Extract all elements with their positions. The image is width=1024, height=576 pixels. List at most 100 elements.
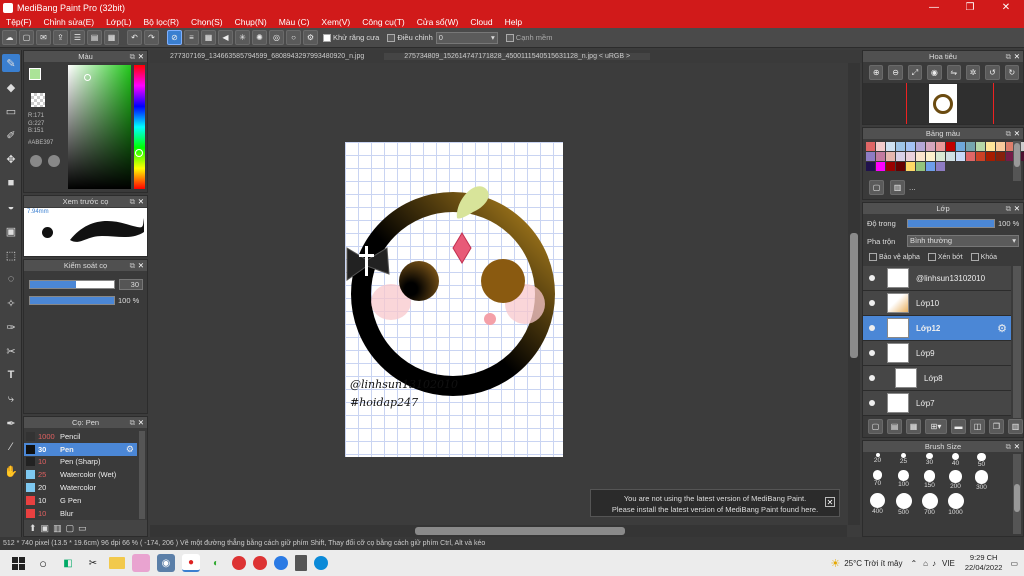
eye-icon[interactable] [869, 375, 875, 381]
canvas-horizontal-scrollbar[interactable] [150, 525, 847, 537]
popout-icon[interactable]: ⧉ [130, 51, 135, 62]
search-icon[interactable]: ○ [34, 554, 52, 572]
app-icon-anime[interactable] [132, 554, 150, 572]
close-icon[interactable]: ✕ [1014, 203, 1020, 214]
gear-icon[interactable]: ⚙ [126, 444, 134, 455]
palette-swatch[interactable] [906, 162, 915, 171]
palette-swatch[interactable] [876, 162, 885, 171]
brush-size-option[interactable]: 20 [865, 453, 890, 468]
flip-icon[interactable]: ⇋ [946, 65, 961, 80]
menu-cloud[interactable]: Cloud [464, 17, 498, 27]
menu-filter[interactable]: Bộ lọc(R) [138, 17, 185, 27]
menu-file[interactable]: Tệp(F) [0, 17, 38, 27]
lock-checkbox[interactable] [970, 253, 979, 261]
menu-snap[interactable]: Chụp(N) [229, 17, 273, 27]
brush-item-pencil[interactable]: 1000 Pencil [24, 430, 137, 443]
layer-opacity-slider[interactable] [907, 219, 995, 228]
rotate-reset-icon[interactable]: ✲ [965, 65, 981, 80]
lasso-tool-icon[interactable]: ◌ [2, 270, 20, 288]
menu-window[interactable]: Cửa sổ(W) [411, 17, 465, 27]
select-tool-icon[interactable]: ⬚ [2, 246, 20, 264]
menu-view[interactable]: Xem(V) [315, 17, 356, 27]
fill-rect-tool-icon[interactable]: ■ [2, 174, 20, 192]
navigator-preview[interactable] [863, 83, 1023, 124]
eyedropper-tool-icon[interactable]: ✒ [2, 414, 20, 432]
brush-size-value[interactable]: 30 [119, 279, 143, 290]
palette-swatch[interactable] [886, 152, 895, 161]
layer-row-selected[interactable]: Lớp12 ⚙ [863, 316, 1011, 341]
palette-scrollbar[interactable] [1013, 141, 1021, 181]
brush-size-option[interactable]: 300 [969, 470, 994, 491]
palette-swatch[interactable] [916, 142, 925, 151]
delete-brush-icon[interactable]: ▭ [78, 523, 87, 534]
chrome-icon-1[interactable] [232, 556, 246, 570]
edge-checkbox[interactable] [505, 33, 514, 42]
palette-swatch[interactable] [996, 142, 1005, 151]
menu-help[interactable]: Help [499, 17, 528, 27]
eraser-tool-icon[interactable]: ◆ [2, 78, 20, 96]
close-button[interactable]: ✕ [988, 2, 1024, 13]
palette-swatch[interactable] [866, 162, 875, 171]
text-tool-icon[interactable]: T [2, 366, 20, 384]
undo-icon[interactable]: ↶ [127, 30, 142, 45]
layer-row[interactable]: Lớp8 [863, 366, 1011, 391]
rectangle-tool-icon[interactable]: ▭ [2, 102, 20, 120]
notification-icon[interactable]: ▭ [1010, 559, 1018, 568]
palette-swatch[interactable] [976, 142, 985, 151]
hand-tool-icon[interactable]: ✋ [2, 462, 20, 480]
calculator-icon[interactable] [295, 555, 307, 571]
picker-icon[interactable] [48, 155, 60, 167]
copy-brush-icon[interactable]: ▢ [66, 523, 75, 534]
popout-icon[interactable]: ⧉ [130, 260, 135, 271]
brush-size-option[interactable]: 700 [917, 493, 942, 516]
layer-row[interactable]: Lớp7 [863, 391, 1011, 416]
protect-alpha-checkbox[interactable] [869, 253, 877, 261]
correction-select[interactable]: 0 [435, 31, 498, 44]
app-icon-green[interactable]: ◐ [207, 554, 225, 572]
sv-picker-marker[interactable] [84, 74, 91, 81]
layer-row[interactable]: Lớp9 [863, 341, 1011, 366]
eye-icon[interactable] [869, 275, 875, 281]
close-icon[interactable]: ✕ [1014, 128, 1020, 139]
layer-blend-select[interactable]: Bình thường [907, 235, 1019, 247]
palette-swatch[interactable] [936, 142, 945, 151]
vanish-snap-icon[interactable]: ◀ [218, 30, 233, 45]
brush-size-scrollbar[interactable] [1013, 454, 1021, 534]
palette-swatch[interactable] [886, 142, 895, 151]
palette-swatch[interactable] [996, 152, 1005, 161]
folder-icon[interactable]: ▦ [104, 30, 119, 45]
palette-swatch[interactable] [896, 152, 905, 161]
close-icon[interactable]: ✕ [138, 51, 144, 62]
fit-icon[interactable]: ⤢ [907, 65, 923, 80]
brush-size-option[interactable]: 500 [891, 493, 916, 516]
gear-icon[interactable]: ⚙ [997, 322, 1007, 335]
palette-swatch[interactable] [866, 152, 875, 161]
camera-icon[interactable]: ◉ [157, 554, 175, 572]
eye-icon[interactable] [869, 325, 875, 331]
palette-swatch[interactable] [946, 152, 955, 161]
comment-icon[interactable]: ✉ [36, 30, 51, 45]
brush-item-watercolor[interactable]: 20 Watercolor [24, 481, 137, 494]
messenger-icon[interactable] [274, 556, 288, 570]
saturation-value-square[interactable] [68, 65, 131, 189]
brush-size-option[interactable]: 1000 [943, 493, 968, 516]
hue-slider[interactable] [134, 65, 145, 189]
select-eraser-tool-icon[interactable]: ✂ [2, 342, 20, 360]
brush-size-slider[interactable] [29, 280, 115, 289]
curve-snap-icon[interactable]: ○ [286, 30, 301, 45]
new-layer-icon[interactable]: ▢ [868, 419, 883, 434]
close-icon[interactable]: ✕ [138, 196, 144, 207]
magic-wand-tool-icon[interactable]: ✧ [2, 294, 20, 312]
redo-icon[interactable]: ↷ [144, 30, 159, 45]
brush-size-option[interactable]: 100 [891, 470, 916, 491]
correction-checkbox[interactable] [387, 33, 396, 42]
settings-snap-icon[interactable]: ⚙ [303, 30, 318, 45]
brush-size-option[interactable]: 150 [917, 470, 942, 491]
palette-swatch[interactable] [956, 142, 965, 151]
palette-swatch[interactable] [926, 152, 935, 161]
brush-size-option[interactable]: 25 [891, 453, 916, 468]
zoom-out-icon[interactable]: ⊖ [888, 65, 903, 80]
palette-swatch[interactable] [906, 152, 915, 161]
rotate-right-icon[interactable]: ↻ [1004, 65, 1019, 80]
dropper-tool-icon[interactable]: ⁄ [2, 438, 20, 456]
